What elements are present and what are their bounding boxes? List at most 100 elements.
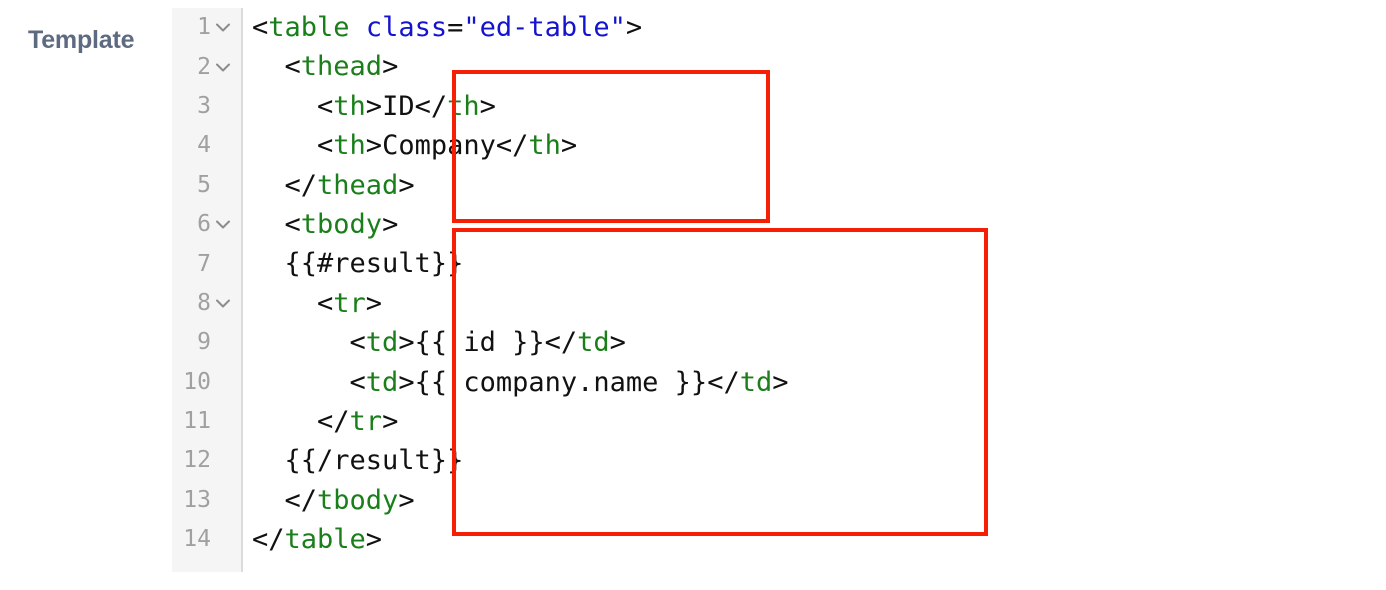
- gutter-row: 1: [172, 8, 241, 47]
- chevron-down-icon[interactable]: [216, 220, 230, 229]
- line-number: 3: [197, 92, 211, 119]
- code-token-punc: </: [252, 524, 285, 556]
- code-token-moust: {{/result}}: [252, 445, 464, 477]
- code-token-tag: th: [333, 90, 366, 122]
- line-number: 12: [183, 447, 211, 474]
- code-token-punc: >: [382, 208, 399, 240]
- line-number: 9: [197, 329, 211, 356]
- code-line[interactable]: < thead >: [243, 47, 1363, 86]
- fold-slot: [211, 299, 235, 308]
- code-token-tag: td: [365, 327, 399, 359]
- gutter-row: 5: [172, 166, 241, 205]
- gutter-row: 12: [172, 441, 241, 480]
- code-token-tag: thead: [300, 51, 383, 83]
- code-line[interactable]: < tr >: [243, 284, 1363, 323]
- gutter-row: 10: [172, 363, 241, 402]
- code-token-punc: >: [365, 90, 383, 122]
- code-line[interactable]: < th > Company </th >: [243, 126, 1363, 165]
- fold-slot: [211, 63, 235, 72]
- code-token-tag: td: [577, 327, 610, 359]
- line-number: 6: [197, 211, 211, 238]
- code-line[interactable]: < table class = "ed-table" >: [243, 8, 1363, 47]
- template-code-viewer: Template 1 2 3 4 5 6 7 8 9 10 11 12 13 14 < table clas…: [0, 0, 1386, 590]
- gutter-row: 6: [172, 205, 241, 244]
- code-line[interactable]: < tbody >: [243, 205, 1363, 244]
- gutter-row: 2: [172, 47, 241, 86]
- code-token-punc: </: [252, 484, 318, 516]
- code-token-punc: >: [365, 524, 383, 556]
- line-number: 2: [197, 53, 211, 80]
- code-token-moust: {{ company.name }}: [414, 366, 708, 398]
- code-line[interactable]: </thead >: [243, 166, 1363, 205]
- editor-code-area[interactable]: < table class = "ed-table" > < thead > < th > ID <…: [243, 8, 1363, 572]
- code-line[interactable]: < td >{{ company.name }} </td >: [243, 363, 1363, 402]
- code-token-punc: <: [252, 51, 301, 83]
- chevron-down-icon[interactable]: [216, 63, 230, 72]
- code-token-punc: >: [609, 327, 626, 359]
- code-token-attr: class: [365, 12, 448, 43]
- code-token-tag: th: [528, 130, 561, 162]
- fold-slot: [211, 23, 235, 32]
- code-token-punc: >: [365, 130, 383, 162]
- code-token-punc: <: [252, 287, 334, 319]
- gutter-row: 4: [172, 126, 241, 165]
- code-token-punc: </: [495, 130, 529, 162]
- gutter-row: 14: [172, 520, 241, 559]
- code-line[interactable]: < th > ID </th >: [243, 87, 1363, 126]
- code-token-tag: tbody: [317, 484, 399, 516]
- code-token-punc: <: [252, 366, 366, 398]
- code-line[interactable]: </tbody >: [243, 481, 1363, 520]
- code-token-punc: </: [707, 366, 740, 398]
- code-token-punc: >: [772, 366, 789, 398]
- code-token-punc: =: [447, 12, 464, 43]
- code-token-punc: </: [252, 169, 318, 201]
- code-token-punc: <: [252, 327, 366, 359]
- line-number: 10: [183, 368, 211, 395]
- gutter-row: 3: [172, 87, 241, 126]
- code-token-punc: >: [625, 12, 643, 43]
- code-token-punc: [350, 8, 366, 47]
- line-number: 5: [197, 171, 211, 198]
- gutter-row: 8: [172, 284, 241, 323]
- code-token-punc: <: [252, 208, 301, 240]
- line-number: 14: [183, 526, 211, 553]
- code-token-punc: >: [398, 169, 415, 201]
- code-token-tag: tr: [349, 405, 383, 437]
- code-token-tag: th: [333, 130, 366, 162]
- code-token-tag: tbody: [300, 208, 383, 240]
- code-line[interactable]: {{#result}}: [243, 244, 1363, 283]
- code-token-tag: table: [268, 12, 350, 43]
- line-number: 13: [183, 486, 211, 513]
- editor-gutter: 1 2 3 4 5 6 7 8 9 10 11 12 13 14: [172, 8, 243, 572]
- chevron-down-icon[interactable]: [216, 23, 230, 32]
- code-editor[interactable]: 1 2 3 4 5 6 7 8 9 10 11 12 13 14 < table class = "ed-tab…: [172, 8, 1372, 572]
- fold-slot: [211, 220, 235, 229]
- code-token-punc: <: [252, 12, 269, 43]
- gutter-row: 11: [172, 402, 241, 441]
- code-token-punc: >: [398, 366, 415, 398]
- code-line[interactable]: {{/result}}: [243, 441, 1363, 480]
- panel-label-template: Template: [28, 26, 135, 54]
- code-token-tag: thead: [317, 169, 399, 201]
- code-token-txt: ID: [382, 90, 415, 122]
- code-token-punc: </: [414, 90, 448, 122]
- code-token-moust: {{#result}}: [252, 248, 464, 280]
- code-token-punc: >: [398, 327, 415, 359]
- line-number: 1: [197, 14, 211, 41]
- code-token-moust: {{ id }}: [414, 327, 545, 359]
- code-token-punc: </: [252, 405, 350, 437]
- code-token-punc: >: [398, 484, 415, 516]
- code-line[interactable]: </tr >: [243, 402, 1363, 441]
- code-token-str: "ed-table": [463, 12, 626, 43]
- code-token-punc: >: [382, 405, 399, 437]
- code-token-txt: Company: [382, 130, 496, 162]
- code-token-punc: >: [479, 90, 496, 122]
- code-token-punc: <: [252, 90, 334, 122]
- code-token-tag: th: [447, 90, 480, 122]
- code-token-punc: >: [365, 287, 383, 319]
- chevron-down-icon[interactable]: [216, 299, 230, 308]
- code-line[interactable]: </table >: [243, 520, 1363, 559]
- gutter-row: 7: [172, 244, 241, 283]
- code-line[interactable]: < td >{{ id }} </td >: [243, 323, 1363, 362]
- line-number: 7: [197, 250, 211, 277]
